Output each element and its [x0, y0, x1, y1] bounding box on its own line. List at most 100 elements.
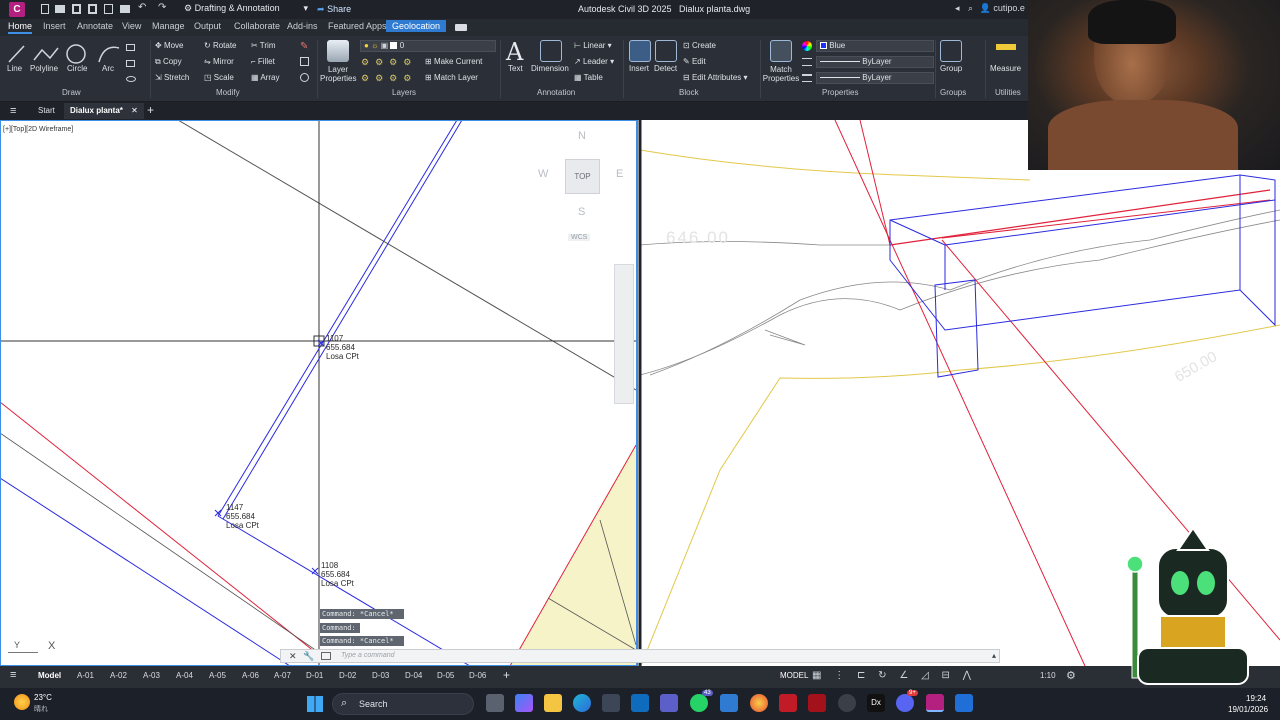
edit-block-button[interactable]: ✎ Edit: [683, 57, 706, 66]
tab-annotate[interactable]: Annotate: [77, 21, 113, 31]
workspace-dropdown[interactable]: ⚙ Drafting & Annotation ▾: [184, 3, 312, 16]
tab-a-04[interactable]: A-04: [176, 671, 193, 680]
start-icon[interactable]: [307, 696, 323, 712]
measure-icon[interactable]: [996, 44, 1016, 50]
copilot-icon[interactable]: [515, 694, 533, 712]
file-explorer-icon[interactable]: [544, 694, 562, 712]
tab-a-03[interactable]: A-03: [143, 671, 160, 680]
app-icon[interactable]: C: [9, 2, 25, 17]
tab-collaborate[interactable]: Collaborate: [234, 21, 280, 31]
ribbon-options-icon[interactable]: [455, 24, 467, 31]
command-input[interactable]: Type a command: [341, 652, 395, 659]
scale-button[interactable]: ◳ Scale: [204, 73, 234, 82]
move-button[interactable]: ✥ Move: [155, 41, 184, 50]
new-tab-button[interactable]: +: [147, 103, 154, 117]
tab-d-02[interactable]: D-02: [339, 671, 356, 680]
leader-button[interactable]: ↗ Leader ▾: [574, 57, 614, 66]
plot-icon[interactable]: [120, 5, 130, 13]
mirror-button[interactable]: ⇋ Mirror: [204, 57, 234, 66]
viewport-label[interactable]: [+][Top][2D Wireframe]: [3, 126, 73, 133]
rotate-button[interactable]: ↻ Rotate: [204, 41, 237, 50]
vscode-icon[interactable]: [720, 694, 738, 712]
polyline-button[interactable]: Polyline: [30, 64, 58, 73]
copy-button[interactable]: ⧉ Copy: [155, 57, 182, 67]
modify-panel-label[interactable]: Modify: [216, 88, 240, 97]
drawing-area[interactable]: [+][Top][2D Wireframe] N W E S TOP WCS 1…: [0, 120, 1280, 666]
web-icon[interactable]: [104, 4, 113, 14]
match-layer-button[interactable]: ⊞ Match Layer: [425, 73, 478, 82]
close-icon[interactable]: ✕: [289, 651, 297, 662]
line-button[interactable]: Line: [7, 64, 22, 73]
create-block-button[interactable]: ⊡ Create: [683, 41, 716, 50]
navigation-bar[interactable]: [614, 264, 634, 404]
save-icon[interactable]: [72, 4, 81, 14]
circle-button[interactable]: Circle: [67, 64, 87, 73]
text-button[interactable]: Text: [508, 64, 523, 73]
wcs-menu[interactable]: WCS: [568, 234, 591, 241]
tab-home[interactable]: Home: [8, 21, 33, 34]
viewcube-south[interactable]: S: [578, 206, 585, 218]
layer-dropdown[interactable]: ● ☼ ▣ 0: [360, 40, 496, 52]
tab-d-01[interactable]: D-01: [306, 671, 323, 680]
teams-icon[interactable]: [660, 694, 678, 712]
clock-time[interactable]: 19:24: [1246, 694, 1266, 703]
insert-button[interactable]: Insert: [629, 64, 649, 73]
layer-properties-button[interactable]: Layer Properties: [320, 65, 356, 83]
tab-a-07[interactable]: A-07: [274, 671, 291, 680]
tab-d-04[interactable]: D-04: [405, 671, 422, 680]
match-properties-button[interactable]: Match Properties: [762, 65, 800, 83]
tab-a-01[interactable]: A-01: [77, 671, 94, 680]
viewcube-top-face[interactable]: TOP: [565, 159, 600, 194]
viewcube[interactable]: N W E S TOP WCS: [538, 130, 628, 245]
new-icon[interactable]: [41, 4, 49, 14]
autocad-icon[interactable]: [808, 694, 826, 712]
civil3d-icon[interactable]: [926, 694, 944, 712]
weather-icon[interactable]: [14, 694, 30, 710]
tab-d-05[interactable]: D-05: [437, 671, 454, 680]
layers-panel-label[interactable]: Layers: [392, 88, 416, 97]
point-label[interactable]: 1108 655.684 Losa CPt: [321, 561, 354, 588]
tab-add-ins[interactable]: Add-ins: [287, 21, 318, 31]
layer-properties-icon[interactable]: [327, 40, 349, 62]
tab-dialux-planta[interactable]: Dialux planta* ✕: [64, 103, 144, 119]
viewcube-north[interactable]: N: [578, 130, 586, 142]
tab-a-05[interactable]: A-05: [209, 671, 226, 680]
edge-icon[interactable]: [573, 694, 591, 712]
groups-panel-label[interactable]: Groups: [940, 88, 966, 97]
edit-attributes-button[interactable]: ⊟ Edit Attributes ▾: [683, 73, 748, 82]
close-icon[interactable]: ✕: [131, 106, 138, 115]
block-panel-label[interactable]: Block: [679, 88, 699, 97]
taskbar-search[interactable]: ⌕ Search: [332, 693, 474, 715]
array-button[interactable]: ▦ Array: [251, 73, 279, 82]
trim-button[interactable]: ✂ Trim: [251, 41, 275, 50]
tab-model[interactable]: Model: [38, 671, 61, 680]
model-space-toggle[interactable]: MODEL: [780, 671, 808, 680]
command-scroll-icon[interactable]: ▴: [992, 651, 996, 660]
table-button[interactable]: ▦ Table: [574, 73, 603, 82]
match-properties-icon[interactable]: [770, 40, 792, 62]
erase-icon[interactable]: ✎: [300, 41, 308, 52]
status-bar-icons[interactable]: ▦ ⋮ ⊏ ↻ ∠ ◿ ⊟ ⋀: [812, 670, 976, 681]
hatch-icon[interactable]: [126, 60, 135, 67]
offset-icon[interactable]: [300, 73, 309, 82]
utilities-panel-label[interactable]: Utilities: [995, 88, 1021, 97]
tab-a-02[interactable]: A-02: [110, 671, 127, 680]
measure-button[interactable]: Measure: [990, 64, 1021, 73]
color-dropdown[interactable]: Blue: [816, 40, 934, 52]
point-label[interactable]: 1107 655.684 Losa CPt: [326, 334, 359, 361]
tab-featured-apps[interactable]: Featured Apps: [328, 21, 387, 31]
chrome-icon[interactable]: [750, 694, 768, 712]
weather-temp[interactable]: 23°C: [34, 693, 52, 702]
annotation-scale[interactable]: 1:10: [1040, 671, 1056, 680]
insert-icon[interactable]: [629, 40, 651, 62]
detect-icon[interactable]: [655, 40, 677, 62]
share-button[interactable]: ➦ Share: [317, 4, 351, 15]
save-as-icon[interactable]: [88, 4, 97, 14]
draw-panel-label[interactable]: Draw: [62, 88, 81, 97]
layer-tools-icons-2[interactable]: ⚙⚙⚙⚙: [361, 73, 417, 84]
point-label[interactable]: 1147 655.684 Losa CPt: [226, 503, 259, 530]
dimension-icon[interactable]: [540, 40, 562, 62]
fillet-button[interactable]: ⌐ Fillet: [251, 57, 275, 66]
explode-icon[interactable]: [300, 57, 309, 66]
tab-d-03[interactable]: D-03: [372, 671, 389, 680]
